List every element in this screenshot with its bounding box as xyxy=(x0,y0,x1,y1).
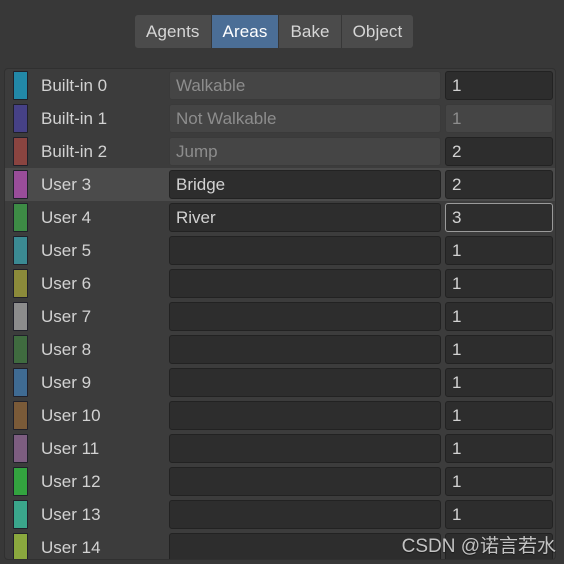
area-index-label: User 6 xyxy=(41,273,92,293)
area-cost-input[interactable]: 1 xyxy=(445,401,553,430)
area-cost-input[interactable]: 1 xyxy=(445,500,553,529)
area-name-input: Not Walkable xyxy=(169,104,441,133)
area-index-label: User 13 xyxy=(41,504,101,524)
area-row[interactable]: User 3 Bridge 2 xyxy=(5,168,555,201)
tab-agents[interactable]: Agents xyxy=(135,15,212,48)
color-swatch[interactable] xyxy=(13,170,28,199)
area-index-label: User 4 xyxy=(41,207,92,227)
area-index-label: User 9 xyxy=(41,372,92,392)
area-name-input[interactable] xyxy=(169,368,441,397)
color-swatch[interactable] xyxy=(13,401,28,430)
area-cost-input[interactable]: 2 xyxy=(445,170,553,199)
color-swatch[interactable] xyxy=(13,269,28,298)
area-index-label: User 8 xyxy=(41,339,92,359)
area-row[interactable]: User 6 1 xyxy=(5,267,555,300)
area-row[interactable]: Built-in 1 Not Walkable 1 xyxy=(5,102,555,135)
color-swatch[interactable] xyxy=(13,467,28,496)
area-cost-input[interactable]: 1 xyxy=(445,302,553,331)
area-name-input[interactable]: River xyxy=(169,203,441,232)
area-index-label: Built-in 1 xyxy=(41,108,108,128)
area-name-input[interactable] xyxy=(169,500,441,529)
area-name-input[interactable] xyxy=(169,236,441,265)
area-cost-input[interactable]: 1 xyxy=(445,71,553,100)
area-index-label: User 7 xyxy=(41,306,92,326)
area-row[interactable]: User 12 1 xyxy=(5,465,555,498)
area-row[interactable]: User 13 1 xyxy=(5,498,555,531)
area-name-input[interactable] xyxy=(169,335,441,364)
area-cost-input[interactable]: 3 xyxy=(445,203,553,232)
area-index-label: Built-in 2 xyxy=(41,141,108,161)
color-swatch[interactable] xyxy=(13,104,28,133)
color-swatch[interactable] xyxy=(13,302,28,331)
color-swatch[interactable] xyxy=(13,368,28,397)
area-index-label: User 12 xyxy=(41,471,101,491)
area-name-input: Walkable xyxy=(169,71,441,100)
area-name-input[interactable] xyxy=(169,533,441,559)
area-index-label: User 5 xyxy=(41,240,92,260)
tab-object[interactable]: Object xyxy=(341,15,414,48)
area-name-input[interactable]: Bridge xyxy=(169,170,441,199)
area-row[interactable]: Built-in 0 Walkable 1 xyxy=(5,69,555,102)
area-cost-input[interactable] xyxy=(445,533,553,559)
area-index-label: User 3 xyxy=(41,174,92,194)
area-name-input: Jump xyxy=(169,137,441,166)
area-row[interactable]: User 7 1 xyxy=(5,300,555,333)
area-name-input[interactable] xyxy=(169,467,441,496)
area-index-label: User 14 xyxy=(41,537,101,557)
tab-bake[interactable]: Bake xyxy=(279,15,342,48)
area-index-label: User 11 xyxy=(41,438,100,458)
area-row[interactable]: Built-in 2 Jump 2 xyxy=(5,135,555,168)
area-cost-input[interactable]: 1 xyxy=(445,236,553,265)
area-row[interactable]: User 5 1 xyxy=(5,234,555,267)
area-name-input[interactable] xyxy=(169,269,441,298)
area-cost-input: 1 xyxy=(445,104,553,133)
area-cost-input[interactable]: 1 xyxy=(445,368,553,397)
area-row[interactable]: User 9 1 xyxy=(5,366,555,399)
area-name-input[interactable] xyxy=(169,434,441,463)
area-cost-input[interactable]: 2 xyxy=(445,137,553,166)
area-name-input[interactable] xyxy=(169,401,441,430)
color-swatch[interactable] xyxy=(13,203,28,232)
tab-areas[interactable]: Areas xyxy=(211,15,280,48)
color-swatch[interactable] xyxy=(13,335,28,364)
color-swatch[interactable] xyxy=(13,236,28,265)
color-swatch[interactable] xyxy=(13,434,28,463)
area-cost-input[interactable]: 1 xyxy=(445,269,553,298)
area-row[interactable]: User 11 1 xyxy=(5,432,555,465)
area-row[interactable]: User 14 xyxy=(5,531,555,559)
area-row[interactable]: User 8 1 xyxy=(5,333,555,366)
color-swatch[interactable] xyxy=(13,71,28,100)
color-swatch[interactable] xyxy=(13,500,28,529)
color-swatch[interactable] xyxy=(13,137,28,166)
area-row[interactable]: User 10 1 xyxy=(5,399,555,432)
area-name-input[interactable] xyxy=(169,302,441,331)
area-index-label: User 10 xyxy=(41,405,101,425)
areas-list-panel[interactable]: Built-in 0 Walkable 1 Built-in 1 Not Walkabl… xyxy=(4,68,556,560)
color-swatch[interactable] xyxy=(13,533,28,559)
area-row[interactable]: User 4 River 3 xyxy=(5,201,555,234)
tab-bar[interactable]: Agents Areas Bake Object xyxy=(135,15,414,48)
area-cost-input[interactable]: 1 xyxy=(445,434,553,463)
area-cost-input[interactable]: 1 xyxy=(445,335,553,364)
area-index-label: Built-in 0 xyxy=(41,75,108,95)
area-cost-input[interactable]: 1 xyxy=(445,467,553,496)
